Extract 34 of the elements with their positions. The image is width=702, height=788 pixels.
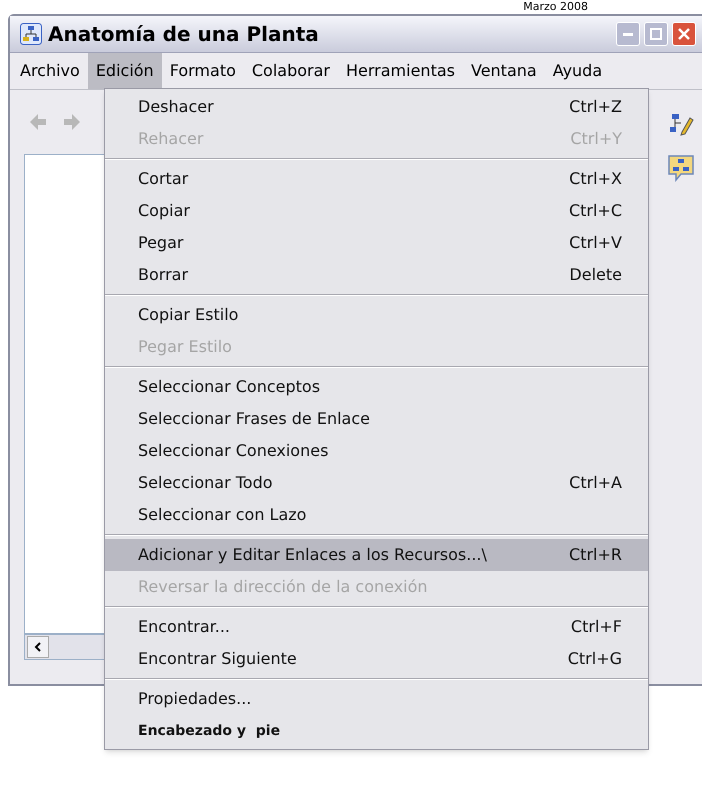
menu-bar-item[interactable]: Archivo xyxy=(12,53,88,89)
menu-item[interactable]: Seleccionar Todo Ctrl+A xyxy=(105,467,648,499)
close-button[interactable] xyxy=(672,22,696,46)
menu-item[interactable]: Propiedades... xyxy=(105,683,648,715)
menu-item[interactable]: Encontrar... Ctrl+F xyxy=(105,611,648,643)
window-title: Anatomía de una Planta xyxy=(48,21,319,48)
menu-item[interactable]: Borrar Delete xyxy=(105,259,648,291)
menu-item[interactable]: Deshacer Ctrl+Z xyxy=(105,91,648,123)
minimize-icon xyxy=(623,32,633,36)
close-icon xyxy=(678,28,690,40)
menu-item[interactable]: Pegar Ctrl+V xyxy=(105,227,648,259)
menu-item[interactable]: Encontrar Siguiente Ctrl+G xyxy=(105,643,648,675)
menu-item[interactable]: Copiar Ctrl+C xyxy=(105,195,648,227)
menu-item[interactable]: Copiar Estilo xyxy=(105,299,648,331)
app-icon xyxy=(20,23,42,45)
diagram-bubble-icon[interactable] xyxy=(667,154,695,182)
menu-bar-item[interactable]: Formato xyxy=(162,53,244,89)
menu-item[interactable]: Cortar Ctrl+X xyxy=(105,163,648,195)
menu-bar-item[interactable]: Ventana xyxy=(462,53,545,89)
menu-item[interactable]: Seleccionar Frases de Enlace xyxy=(105,403,648,435)
scroll-left-button[interactable] xyxy=(27,636,49,658)
menu-bar-item[interactable]: Colaborar xyxy=(244,53,338,89)
caption: Marzo 2008 xyxy=(523,0,588,14)
menu-item[interactable]: Seleccionar Conceptos xyxy=(105,371,648,403)
edit-diagram-icon[interactable] xyxy=(668,112,694,136)
menu-bar-item[interactable]: Herramientas xyxy=(338,53,463,89)
menu-item[interactable]: Seleccionar con Lazo xyxy=(105,499,648,531)
left-chevron-icon xyxy=(34,642,42,652)
maximize-icon xyxy=(650,28,662,40)
menu-item[interactable]: Seleccionar Conexiones xyxy=(105,435,648,467)
menu-bar-item[interactable]: Edición xyxy=(88,53,162,89)
menu-item[interactable]: Encabezado y pie xyxy=(105,715,648,747)
menu-item[interactable]: Adicionar y Editar Enlaces a los Recursos...\ Ctrl+R xyxy=(105,539,648,571)
menu-bar-item[interactable]: Ayuda xyxy=(544,53,610,89)
